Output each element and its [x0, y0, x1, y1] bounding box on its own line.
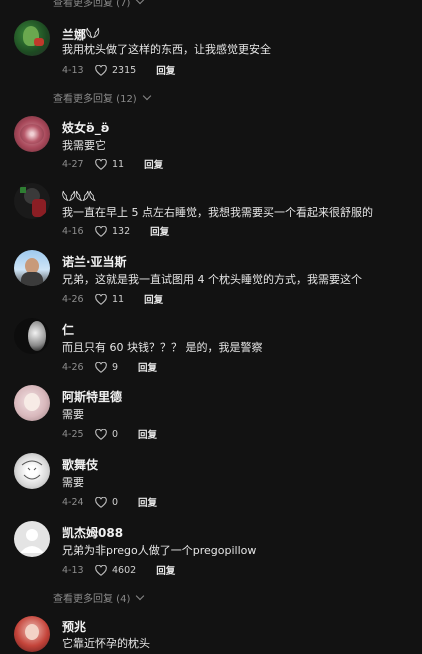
- comment-date: 4-16: [62, 225, 84, 237]
- comment-author[interactable]: 𓆩𓆪𓆩𓆪𓆩: [62, 186, 96, 206]
- reply-button[interactable]: 回复: [138, 360, 157, 374]
- comment-author[interactable]: 阿斯特里德: [62, 388, 122, 405]
- like-count: 0: [112, 428, 119, 440]
- comment-date: 4-24: [62, 496, 84, 508]
- comment-author[interactable]: 仁: [62, 321, 74, 338]
- reply-button[interactable]: 回复: [138, 495, 157, 509]
- comment-text: 需要: [62, 476, 84, 489]
- reply-button[interactable]: 回复: [144, 157, 163, 171]
- reply-button[interactable]: 回复: [138, 427, 157, 441]
- comment-author[interactable]: 歌舞伎: [62, 456, 98, 473]
- view-more-replies[interactable]: 查看更多回复 (12): [53, 90, 151, 105]
- avatar[interactable]: [14, 116, 50, 152]
- comment-date: 4-26: [62, 293, 84, 305]
- reply-button[interactable]: 回复: [156, 63, 175, 77]
- comment-meta: 4-27 11 回复: [62, 157, 163, 171]
- avatar[interactable]: [14, 385, 50, 421]
- comment-text: 兄弟，这就是我一直试图用 4 个枕头睡觉的方式，我需要这个: [62, 273, 362, 286]
- comment-meta: 4-24 0 回复: [62, 495, 157, 509]
- comment-text: 兄弟为非prego人做了一个pregopillow: [62, 544, 257, 557]
- heart-icon[interactable]: [95, 428, 107, 440]
- heart-icon[interactable]: [95, 293, 107, 305]
- avatar[interactable]: [14, 453, 50, 489]
- comment-author[interactable]: 诺兰·亚当斯: [62, 253, 127, 270]
- comment-meta: 4-16 132 回复: [62, 224, 169, 238]
- chevron-down-icon: [136, 591, 145, 601]
- comment-meta: 4-25 0 回复: [62, 427, 157, 441]
- comment-date: 4-13: [62, 564, 84, 576]
- avatar[interactable]: [14, 183, 50, 219]
- avatar[interactable]: [14, 20, 50, 56]
- reply-button[interactable]: 回复: [144, 292, 163, 306]
- comment-date: 4-13: [62, 64, 84, 76]
- heart-icon[interactable]: [95, 496, 107, 508]
- comment-author[interactable]: 预兆: [62, 618, 86, 635]
- chevron-down-icon: [136, 0, 145, 5]
- comment-text: 它靠近怀孕的枕头: [62, 637, 150, 650]
- like-count: 2315: [112, 64, 137, 76]
- comment-author[interactable]: 妓女ʚ̈_ʚ̈: [62, 119, 110, 136]
- comment-meta: 4-26 11 回复: [62, 292, 163, 306]
- avatar[interactable]: [14, 250, 50, 286]
- avatar[interactable]: [14, 318, 50, 354]
- like-count: 4602: [112, 564, 137, 576]
- comment-date: 4-25: [62, 428, 84, 440]
- default-avatar-icon: [20, 529, 44, 553]
- like-count: 9: [112, 361, 119, 373]
- view-more-label: 查看更多回复 (12): [53, 94, 137, 105]
- view-more-label: 查看更多回复 (4): [53, 594, 131, 605]
- comment-date: 4-26: [62, 361, 84, 373]
- heart-icon[interactable]: [95, 158, 107, 170]
- avatar[interactable]: [14, 521, 50, 557]
- chevron-down-icon: [142, 91, 151, 101]
- like-count: 11: [112, 158, 125, 170]
- heart-icon[interactable]: [95, 64, 107, 76]
- heart-icon[interactable]: [95, 225, 107, 237]
- view-more-label: 查看更多回复 (7): [53, 0, 131, 9]
- comment-meta: 4-13 2315 回复: [62, 63, 175, 77]
- avatar-sketch: [21, 460, 43, 480]
- comment-author[interactable]: 凯杰姆088: [62, 524, 123, 541]
- comment-text: 我需要它: [62, 139, 106, 152]
- reply-button[interactable]: 回复: [156, 563, 175, 577]
- comment-date: 4-27: [62, 158, 84, 170]
- heart-icon[interactable]: [95, 361, 107, 373]
- like-count: 11: [112, 293, 125, 305]
- like-count: 132: [112, 225, 131, 237]
- heart-icon[interactable]: [95, 564, 107, 576]
- comment-meta: 4-13 4602 回复: [62, 563, 175, 577]
- avatar[interactable]: [14, 616, 50, 652]
- view-more-replies[interactable]: 查看更多回复 (7): [53, 0, 145, 9]
- comment-text: 需要: [62, 408, 84, 421]
- comment-text: 我用枕头做了这样的东西，让我感觉更安全: [62, 43, 271, 56]
- comment-meta: 4-26 9 回复: [62, 360, 157, 374]
- like-count: 0: [112, 496, 119, 508]
- reply-button[interactable]: 回复: [150, 224, 169, 238]
- comment-text: 而且只有 60 块钱？？？ 是的，我是警察: [62, 341, 263, 354]
- comment-author[interactable]: 兰娜𓆩𓆪: [62, 23, 100, 43]
- view-more-replies[interactable]: 查看更多回复 (4): [53, 590, 145, 605]
- comment-text: 我一直在早上 5 点左右睡觉，我想我需要买一个看起来很舒服的: [62, 206, 373, 219]
